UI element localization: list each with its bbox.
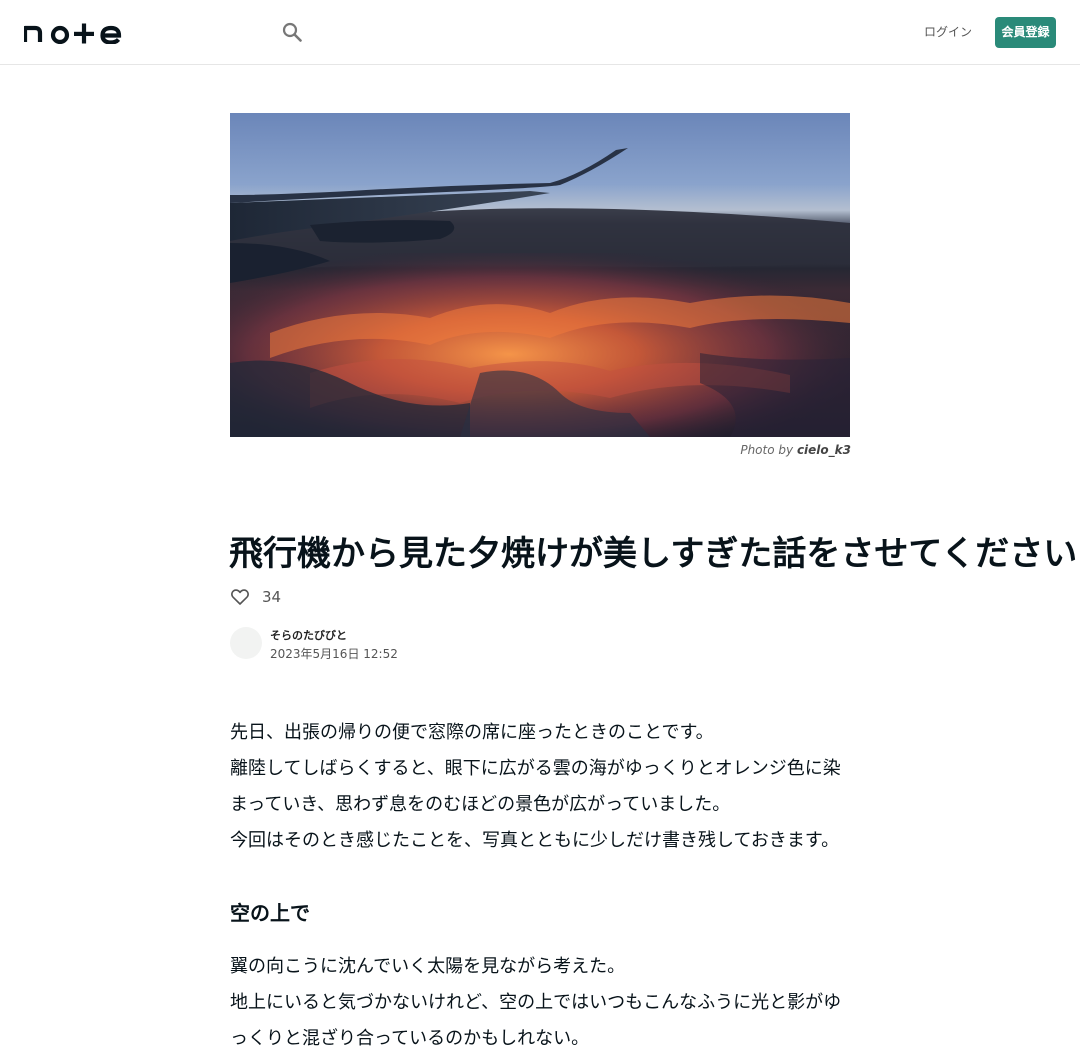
section-heading: 空の上で bbox=[230, 901, 310, 925]
avatar[interactable] bbox=[230, 627, 262, 659]
login-link[interactable]: ログイン bbox=[922, 22, 974, 42]
site-header: ログイン 会員登録 bbox=[0, 0, 1080, 65]
body-paragraph: 先日、出張の帰りの便で窓際の席に座ったときのことです。 bbox=[230, 722, 714, 743]
body-paragraph: 今回はそのとき感じたことを、写真とともに少しだけ書き残しておきます。 bbox=[230, 830, 840, 851]
signup-button[interactable]: 会員登録 bbox=[995, 17, 1056, 48]
author-name[interactable]: そらのたびびと bbox=[270, 627, 398, 645]
article-title: 飛行機から見た夕焼けが美しすぎた話をさせてください bbox=[229, 534, 1078, 574]
body-paragraph: 地上にいると気づかないけれど、空の上ではいつもこんなふうに光と影がゆっくりと混ざ… bbox=[230, 992, 842, 1049]
like-button[interactable] bbox=[230, 587, 250, 607]
like-section: 34 bbox=[230, 586, 281, 608]
author-info: そらのたびびと 2023年5月16日 12:52 bbox=[230, 627, 398, 663]
heart-icon bbox=[231, 589, 249, 605]
author-meta: そらのたびびと 2023年5月16日 12:52 bbox=[270, 627, 398, 663]
section-body: 翼の向こうに沈んでいく太陽を見ながら考えた。 地上にいると気づかないけれど、空の… bbox=[230, 949, 852, 1057]
body-paragraph: 翼の向こうに沈んでいく太陽を見ながら考えた。 bbox=[230, 956, 626, 977]
article-section: 空の上で 翼の向こうに沈んでいく太陽を見ながら考えた。 地上にいると気づかないけ… bbox=[230, 895, 852, 1057]
like-count[interactable]: 34 bbox=[262, 588, 281, 606]
photo-credit: Photo by cielo_k3 bbox=[230, 443, 851, 457]
body-paragraph: 離陸してしばらくすると、眼下に広がる雲の海がゆっくりとオレンジ色に染まっていき、… bbox=[230, 758, 841, 815]
search-button[interactable] bbox=[278, 18, 306, 46]
photo-credit-author[interactable]: cielo_k3 bbox=[797, 443, 851, 457]
post-date: 2023年5月16日 12:52 bbox=[270, 647, 398, 661]
photo-credit-prefix: Photo by bbox=[740, 443, 794, 457]
hero-image bbox=[230, 113, 850, 437]
note-logo[interactable] bbox=[22, 20, 124, 45]
search-icon bbox=[282, 22, 302, 42]
article-body: 先日、出張の帰りの便で窓際の席に座ったときのことです。 離陸してしばらくすると、… bbox=[230, 715, 852, 859]
note-logo-mark bbox=[22, 23, 122, 45]
